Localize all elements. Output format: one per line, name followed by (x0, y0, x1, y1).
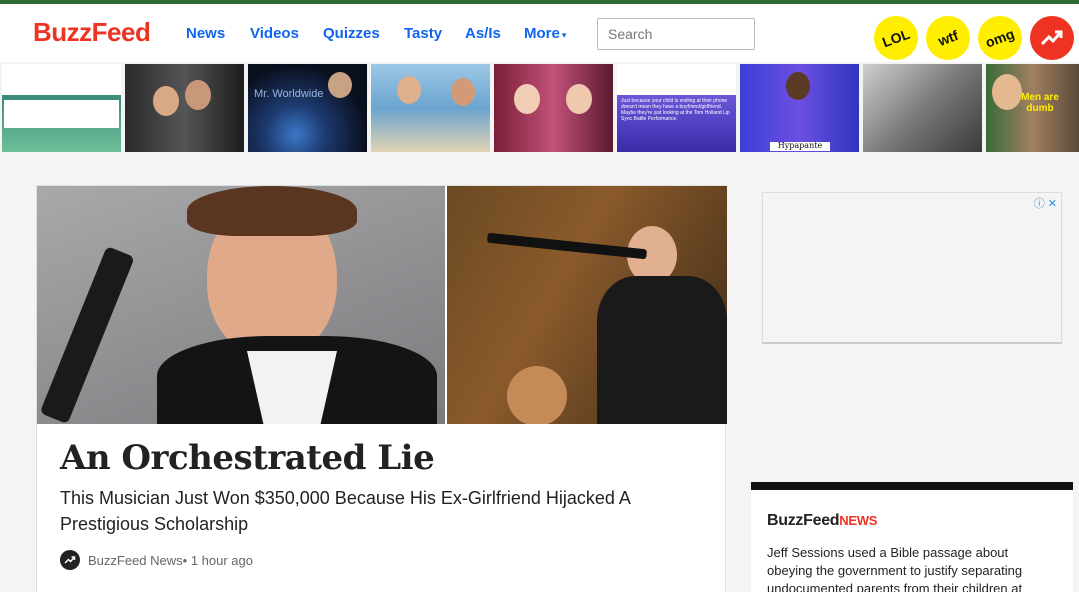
ad-choices-icon[interactable]: ⓘ ✕ (1034, 195, 1057, 211)
nav-quizzes[interactable]: Quizzes (323, 25, 404, 42)
thumbnail-7[interactable]: Hypapante (740, 64, 859, 152)
badge-lol-label: LOL (880, 25, 912, 51)
nav-more-label: More (524, 25, 560, 42)
chevron-down-icon: ▾ (561, 30, 567, 40)
thumbnail-3[interactable]: Mr. Worldwide (248, 64, 367, 152)
thumbnail-6-caption: Just because your child is smiling at th… (621, 98, 730, 122)
byline-source[interactable]: BuzzFeed News (88, 553, 183, 568)
thumbnail-5[interactable] (494, 64, 613, 152)
nav-asis[interactable]: As/Is (465, 25, 524, 42)
article-subhead[interactable]: This Musician Just Won $350,000 Because … (60, 485, 660, 537)
trending-thumbnail-strip: Mr. Worldwide Just because your child is… (0, 64, 1079, 152)
buzzfeed-news-trending-icon (60, 550, 80, 570)
hero-image-portrait (37, 186, 445, 424)
nav-videos[interactable]: Videos (250, 25, 323, 42)
byline-time: • 1 hour ago (182, 552, 253, 568)
article-byline: BuzzFeed News • 1 hour ago (60, 550, 253, 570)
search-input[interactable] (597, 18, 755, 50)
news-box-text[interactable]: Jeff Sessions used a Bible passage about… (767, 544, 1057, 592)
badge-wtf-label: wtf (935, 27, 961, 49)
news-logo-main: BuzzFeed (767, 512, 840, 529)
thumbnail-6[interactable]: Just because your child is smiling at th… (617, 64, 736, 152)
thumbnail-9[interactable]: Men are dumb (986, 64, 1079, 152)
buzzfeed-news-logo: BuzzFeedNEWS (767, 512, 877, 530)
thumbnail-1[interactable] (2, 64, 121, 152)
nav-news[interactable]: News (186, 25, 250, 42)
nav-tasty[interactable]: Tasty (404, 25, 465, 42)
trending-icon (1040, 30, 1063, 46)
thumbnail-4[interactable] (371, 64, 490, 152)
article-headline[interactable]: An Orchestrated Lie (60, 438, 435, 478)
news-logo-sub: NEWS (839, 513, 878, 528)
badge-wtf[interactable]: wtf (926, 16, 970, 60)
buzzfeed-news-box[interactable]: BuzzFeedNEWS Jeff Sessions used a Bible … (751, 482, 1073, 592)
badge-omg[interactable]: omg (978, 16, 1022, 60)
featured-article-card[interactable]: An Orchestrated Lie This Musician Just W… (36, 185, 727, 592)
thumbnail-7-caption: Hypapante (770, 142, 830, 151)
main-nav: News Videos Quizzes Tasty As/Is More ▾ (186, 25, 584, 42)
badge-omg-label: omg (983, 25, 1017, 51)
ad-slot[interactable]: ⓘ ✕ (762, 192, 1062, 344)
trending-badge[interactable] (1030, 16, 1074, 60)
site-header: BuzzFeed News Videos Quizzes Tasty As/Is… (0, 4, 1079, 62)
badge-lol[interactable]: LOL (874, 16, 918, 60)
nav-more[interactable]: More ▾ (524, 25, 584, 42)
thumbnail-3-caption: Mr. Worldwide (254, 88, 324, 100)
hero-image-performance (447, 186, 727, 424)
thumbnail-8[interactable] (863, 64, 982, 152)
buzzfeed-logo[interactable]: BuzzFeed (33, 17, 151, 48)
thumbnail-9-caption: Men are dumb (1021, 92, 1059, 114)
thumbnail-2[interactable] (125, 64, 244, 152)
